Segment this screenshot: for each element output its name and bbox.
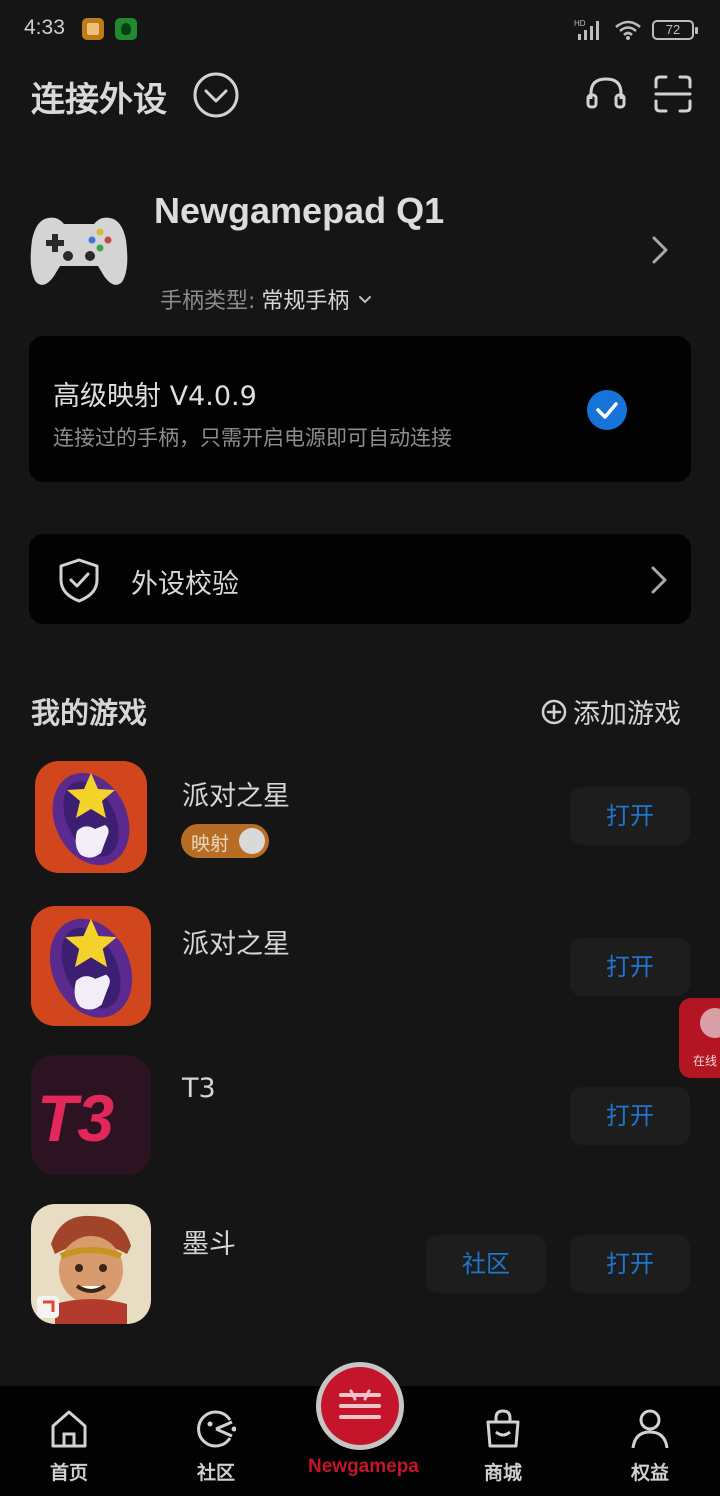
status-bar: 4:33 HD 72 [0,0,720,62]
chevron-right-icon[interactable] [650,234,672,266]
gamepad-type-label: 手柄类型: [160,289,256,314]
notification-app-icon [82,18,104,40]
notification-evernote-icon [115,18,137,40]
gamepad-type-value: 常规手柄 [261,289,350,314]
battery-indicator: 72 [652,20,698,40]
open-game-button[interactable]: 打开 [570,1087,690,1145]
game-row: 墨斗 社区 打开 [0,1204,720,1334]
party-star-icon[interactable] [35,761,147,873]
mapping-badge-label: 映射 [191,833,230,855]
party-star-icon[interactable] [31,906,151,1026]
signal-icon: HD [574,19,599,40]
community-button[interactable]: 社区 [426,1235,546,1293]
game-row: T3 T3 打开 [0,1055,720,1185]
profile-icon [631,1409,669,1449]
nav-item-shop[interactable]: 商城 [448,1386,558,1486]
add-game-label: 添加游戏 [573,699,681,730]
modou-icon[interactable] [31,1204,151,1324]
nav-label: 社区 [196,1462,235,1484]
nav-item-home[interactable]: 首页 [14,1386,124,1486]
mapping-toggle[interactable]: 映射 [181,824,269,858]
gamepad-icon [30,217,128,285]
open-game-button[interactable]: 打开 [570,787,690,845]
headset-icon[interactable] [585,73,627,115]
support-label: 在线 [693,1054,718,1068]
toggle-knob [239,828,265,854]
plus-circle-icon [541,699,567,724]
chevron-down-circle-icon[interactable] [192,71,240,119]
shield-check-icon [59,558,99,603]
chevron-down-icon [359,296,372,304]
game-name: 派对之星 [182,781,290,812]
t3-logo-text: T3 [37,1081,114,1155]
my-games-title: 我的游戏 [31,696,148,730]
newgamepad-icon [321,1367,399,1445]
gamepad-type-selector[interactable]: 手柄类型: 常规手柄 [160,283,373,315]
game-row: 派对之星 打开 [0,906,720,1036]
nav-label: 权益 [630,1462,669,1484]
shop-bag-icon [486,1409,520,1448]
page-title: 连接外设 [31,80,167,120]
verify-label: 外设校验 [131,569,239,600]
add-game-button[interactable]: 添加游戏 [541,692,681,731]
chevron-right-icon [651,566,667,594]
network-label: HD [574,19,586,28]
mapping-title: 高级映射 V4.0.9 [53,381,257,412]
bottom-navigation: 首页 社区 Newgamepad 商城 权益 [0,1362,720,1496]
nav-label: 首页 [49,1462,88,1484]
support-avatar-icon [700,1008,720,1038]
advanced-mapping-card[interactable]: 高级映射 V4.0.9 连接过的手柄，只需开启电源即可自动连接 [29,336,691,482]
nav-item-newgamepad[interactable] [316,1362,404,1450]
game-name: 墨斗 [182,1229,236,1260]
peripheral-verify-row[interactable]: 外设校验 [29,534,691,624]
device-name: Newgamepad Q1 [154,190,445,231]
open-game-button[interactable]: 打开 [570,938,690,996]
wifi-icon [615,20,641,40]
community-icon [197,1410,236,1448]
scan-icon[interactable] [652,73,694,115]
status-icons: HD 72 [574,16,698,44]
nav-label: 商城 [483,1462,522,1484]
status-time: 4:33 [24,16,65,39]
t3-logo[interactable]: T3 [31,1055,151,1175]
game-name: 派对之星 [182,929,290,960]
checkmark-icon[interactable] [587,390,627,430]
online-support-button[interactable]: 在线 [679,998,720,1078]
home-icon [51,1410,87,1448]
nav-item-benefits[interactable]: 权益 [595,1386,705,1486]
mapping-subtitle: 连接过的手柄，只需开启电源即可自动连接 [53,426,452,450]
game-row: 派对之星 映射 打开 [0,758,720,888]
open-game-button[interactable]: 打开 [570,1235,690,1293]
game-name: T3 [182,1073,216,1104]
nav-item-community[interactable]: 社区 [161,1386,271,1486]
nav-label-active[interactable]: Newgamepad [300,1456,420,1478]
